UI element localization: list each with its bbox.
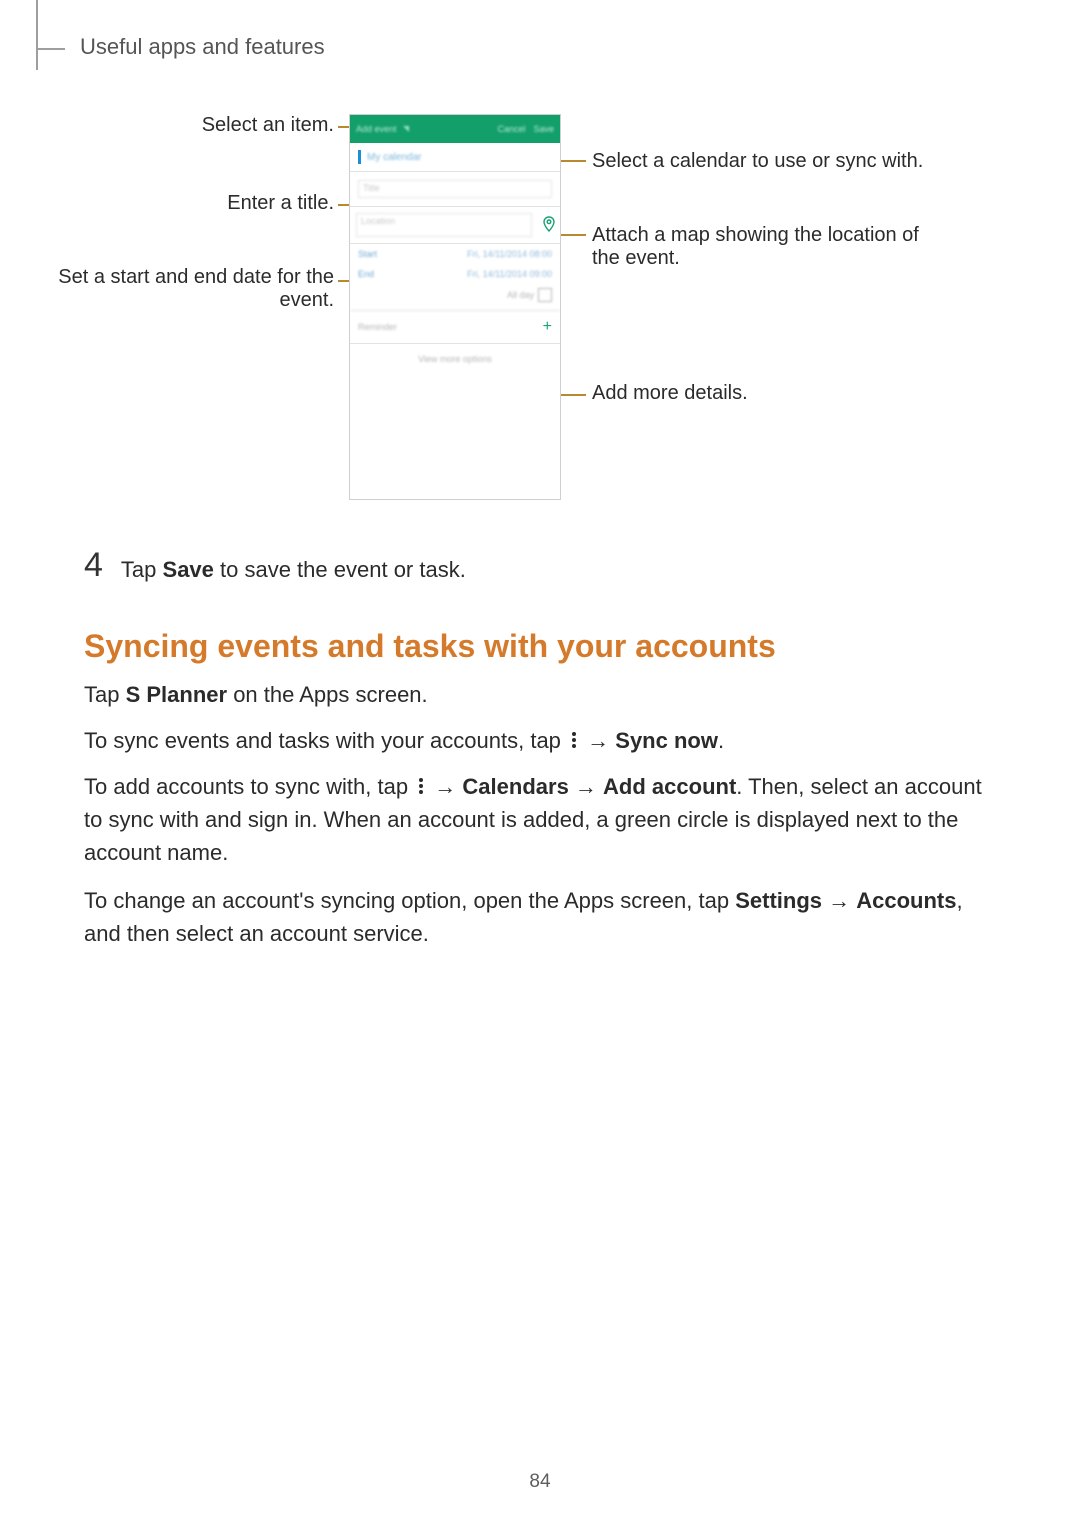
page-corner-rule — [36, 0, 38, 70]
more-options-icon — [571, 730, 577, 750]
step-number: 4 — [84, 548, 103, 582]
paragraph-2: To sync events and tasks with your accou… — [84, 724, 996, 757]
heading-syncing: Syncing events and tasks with your accou… — [84, 628, 776, 665]
callout-select-item: Select an item. — [24, 114, 334, 137]
view-more-options[interactable]: View more options — [350, 344, 560, 374]
paragraph-3: To add accounts to sync with, tap → Cale… — [84, 770, 996, 869]
topbar-title[interactable]: Add event — [356, 124, 397, 134]
paragraph-1: Tap S Planner on the Apps screen. — [84, 678, 996, 711]
title-input[interactable]: Title — [358, 180, 552, 198]
phone-topbar: Add event Cancel Save — [350, 115, 560, 143]
location-input[interactable]: Location — [356, 213, 532, 237]
page-number: 84 — [0, 1471, 1080, 1493]
calendar-color-swatch — [358, 150, 361, 164]
plus-icon[interactable]: + — [543, 319, 552, 335]
leader-line — [560, 160, 586, 162]
callout-select-calendar: Select a calendar to use or sync with. — [592, 150, 972, 173]
cancel-button[interactable]: Cancel — [497, 124, 525, 134]
end-datetime[interactable]: EndFri, 14/11/2014 09:00 — [350, 264, 560, 284]
dropdown-icon[interactable] — [403, 126, 409, 132]
breadcrumb: Useful apps and features — [80, 34, 325, 60]
all-day-toggle[interactable]: All day — [350, 284, 560, 311]
callout-set-dates: Set a start and end date for the event. — [0, 266, 334, 312]
callout-add-details: Add more details. — [592, 382, 912, 405]
more-options-icon — [418, 776, 424, 796]
figure-add-event: Select an item. Enter a title. Set a sta… — [84, 114, 996, 514]
reminder-row[interactable]: Reminder + — [350, 311, 560, 344]
location-pin-icon[interactable] — [538, 216, 560, 235]
phone-mockup: Add event Cancel Save My calendar Title … — [349, 114, 561, 500]
checkbox-icon[interactable] — [538, 288, 552, 302]
calendar-name: My calendar — [367, 152, 421, 163]
start-datetime[interactable]: StartFri, 14/11/2014 08:00 — [350, 244, 560, 264]
callout-attach-map: Attach a map showing the location of the… — [592, 224, 952, 270]
step-4: 4 Tap Save to save the event or task. — [84, 548, 466, 586]
step-text: Tap Save to save the event or task. — [121, 548, 466, 586]
save-button[interactable]: Save — [533, 124, 554, 134]
callout-enter-title: Enter a title. — [24, 192, 334, 215]
calendar-selector[interactable]: My calendar — [350, 143, 560, 172]
paragraph-4: To change an account's syncing option, o… — [84, 884, 996, 950]
